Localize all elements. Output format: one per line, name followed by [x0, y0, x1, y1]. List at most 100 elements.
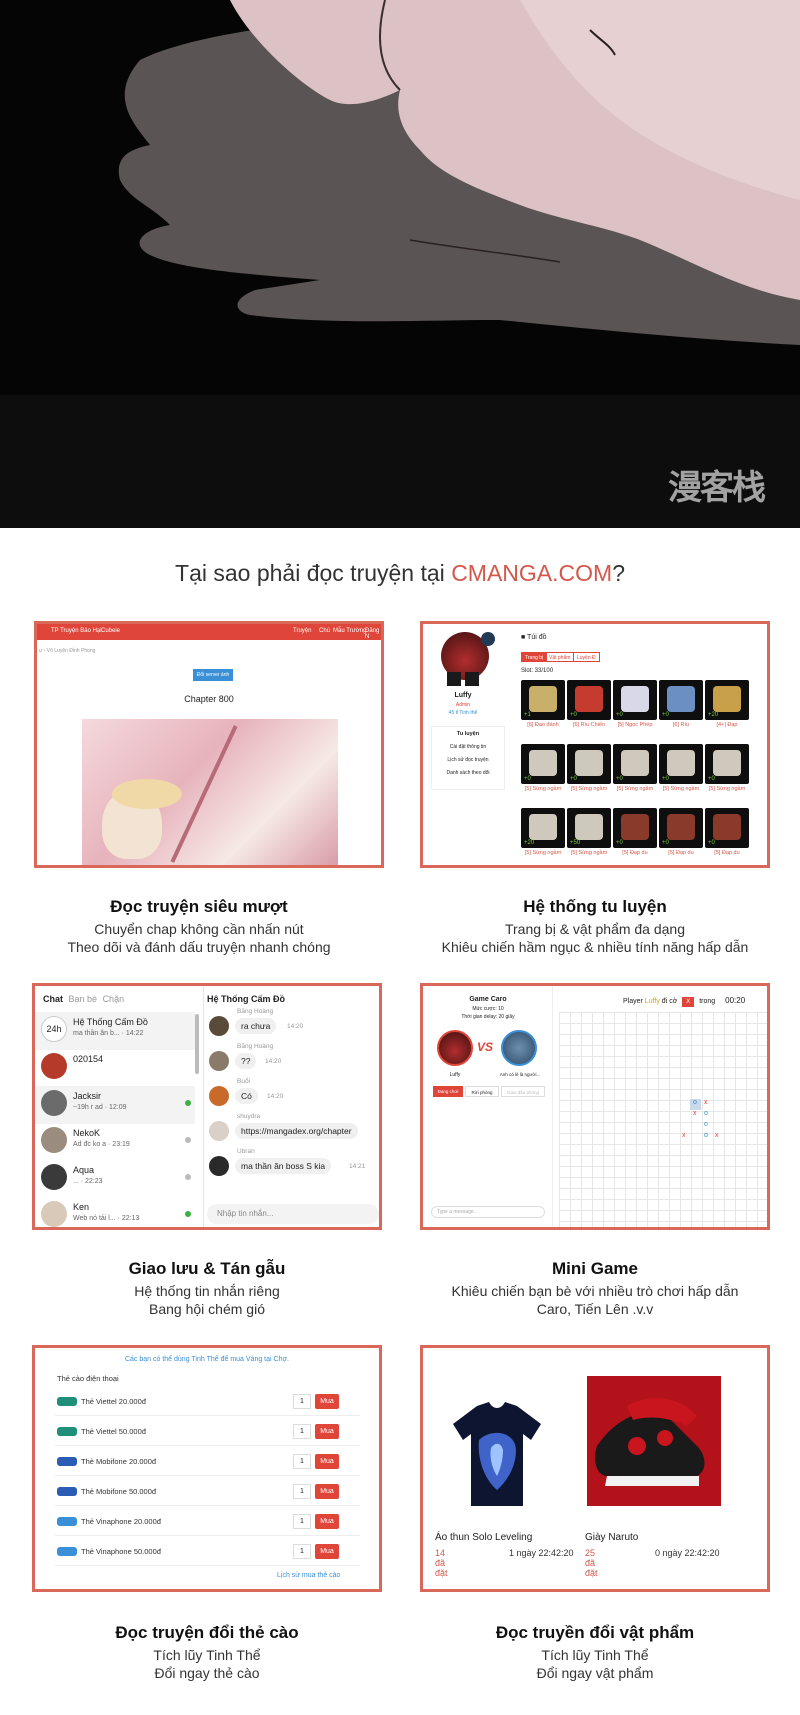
- bag-item-tile[interactable]: +20: [521, 808, 565, 848]
- item-level: +0: [524, 776, 531, 782]
- caro-piece-o: o: [693, 1099, 697, 1106]
- menu-item-follow[interactable]: Danh sách theo dõi: [432, 770, 504, 776]
- message-time: 14:20: [287, 1023, 304, 1030]
- topup-card-name: Thẻ Viettel 50.000đ: [81, 1427, 146, 1436]
- item-label: [4+] Đạp: [716, 722, 738, 728]
- bag-item-tile[interactable]: +0: [705, 744, 749, 784]
- feature-card-reader: TP Truyện Bảo Hại Cubeie Truyện Chú Mẫu …: [34, 621, 384, 868]
- bag-item-tile[interactable]: +0: [659, 744, 703, 784]
- conversation-item[interactable]: 020154: [41, 1049, 191, 1087]
- buy-button[interactable]: Mua: [315, 1394, 339, 1409]
- topup-card-row: Thẻ Vinaphone 50.000đ 1 Mua: [55, 1538, 360, 1566]
- topup-card-row: Thẻ Viettel 20.000đ 1 Mua: [55, 1388, 360, 1416]
- bag-item-tile[interactable]: +0: [613, 680, 657, 720]
- buy-button[interactable]: Mua: [315, 1484, 339, 1499]
- buy-button[interactable]: Mua: [315, 1544, 339, 1559]
- bag-item-tile[interactable]: +1: [521, 680, 565, 720]
- shop-item-name[interactable]: Giày Naruto: [585, 1532, 638, 1543]
- feature-card-shop: Áo thun Solo Leveling 14 đã đặt 1 ngày 22:…: [420, 1345, 770, 1592]
- conversation-scrollbar[interactable]: [195, 1014, 199, 1074]
- message-time: 14:20: [265, 1058, 282, 1065]
- shop-item-name[interactable]: Áo thun Solo Leveling: [435, 1532, 532, 1543]
- item-icon: [713, 686, 741, 712]
- topup-card-row: Thẻ Viettel 50.000đ 1 Mua: [55, 1418, 360, 1446]
- bag-item-tile[interactable]: +0: [567, 680, 611, 720]
- bag-tab-refine[interactable]: Luyện Đ: [573, 652, 600, 662]
- quantity-input[interactable]: 1: [293, 1514, 311, 1529]
- bag-item-tile[interactable]: +0: [613, 744, 657, 784]
- item-icon: [575, 750, 603, 776]
- bag-item-tile[interactable]: +50: [567, 808, 611, 848]
- tab-chat[interactable]: Chat: [43, 994, 63, 1004]
- challenge-button[interactable]: Giao đấu phòng: [501, 1086, 545, 1097]
- message-author: Buổi: [237, 1078, 251, 1085]
- reader-nav-item[interactable]: Mẫu Trường: [333, 628, 366, 634]
- item-label: [5] Sừng ngầm: [662, 786, 700, 792]
- bag-title-text: Túi đồ: [527, 634, 547, 641]
- caro-piece-o: o: [704, 1121, 708, 1128]
- bag-tab-equipment[interactable]: Trang bị: [521, 652, 548, 662]
- headline-brand: CMANGA.COM: [451, 560, 613, 586]
- conversation-item[interactable]: 24h Hệ Thống Cấm Đồ ma thần ăn b... · 14:2…: [41, 1012, 191, 1050]
- turn-player: Luffy: [644, 998, 660, 1005]
- tab-blocked[interactable]: Chặn: [103, 994, 125, 1004]
- menu-item-cultivate[interactable]: Tu luyện: [432, 731, 504, 737]
- caro-board[interactable]: o x x o o x o x: [559, 1012, 767, 1227]
- turn-timer: 00:20: [725, 996, 746, 1005]
- menu-item-history[interactable]: Lịch sử đọc truyện: [432, 757, 504, 763]
- reader-nav-item[interactable]: Cubeie: [101, 628, 120, 634]
- player1-avatar: [437, 1030, 473, 1066]
- reader-navbar: TP Truyện Bảo Hại Cubeie Truyện Chú Mẫu …: [37, 624, 381, 640]
- reader-nav-item[interactable]: Đăng N: [365, 628, 381, 640]
- chat-input[interactable]: Nhập tin nhắn...: [207, 1204, 379, 1224]
- bag-item-tile[interactable]: +0: [613, 808, 657, 848]
- quantity-input[interactable]: 1: [293, 1484, 311, 1499]
- menu-item-settings[interactable]: Cài đặt thông tin: [432, 744, 504, 750]
- message-bubble: ??: [235, 1053, 257, 1069]
- conversation-item[interactable]: Aqua ... · 22:23: [41, 1160, 191, 1198]
- shop-item-image-tshirt[interactable]: [449, 1400, 545, 1510]
- reader-server-button[interactable]: Đổi server ảnh: [193, 669, 233, 681]
- feature-title: Đọc truyện siêu mượt: [110, 897, 288, 916]
- topup-history-link[interactable]: Lịch sử mua thẻ cào: [277, 1572, 340, 1579]
- profile-power: 45 tỉ Tinh thể: [448, 710, 478, 716]
- reader-page-image: [82, 719, 338, 865]
- item-level: +0: [662, 776, 669, 782]
- bag-tab-items[interactable]: Vật phẩm: [545, 652, 575, 662]
- bag-item-tile[interactable]: +0: [705, 808, 749, 848]
- leave-room-button[interactable]: Rời phòng: [465, 1086, 499, 1097]
- reader-nav-item[interactable]: Chú: [319, 628, 330, 634]
- quantity-input[interactable]: 1: [293, 1454, 311, 1469]
- conversation-item[interactable]: NekoK Ad đc ko a · 23:19: [41, 1123, 191, 1161]
- bag-item-tile[interactable]: +0: [567, 744, 611, 784]
- feature-line: Caro, Tiến Lên .v.v: [536, 1301, 654, 1317]
- feature-line: Hệ thống tin nhắn riêng: [134, 1283, 280, 1299]
- shop-item-image-shoe[interactable]: [587, 1376, 721, 1506]
- quantity-input[interactable]: 1: [293, 1424, 311, 1439]
- quantity-input[interactable]: 1: [293, 1544, 311, 1559]
- playing-button[interactable]: Đang chơi: [433, 1086, 463, 1097]
- bag-item-tile[interactable]: +0: [659, 680, 703, 720]
- buy-button[interactable]: Mua: [315, 1454, 339, 1469]
- tab-friends[interactable]: Bạn bè: [69, 994, 98, 1004]
- buy-button[interactable]: Mua: [315, 1514, 339, 1529]
- item-icon: [667, 814, 695, 840]
- conversation-preview: Ad đc ko a · 23:19: [73, 1141, 130, 1148]
- player1-name: Luffy: [449, 1072, 461, 1078]
- bag-item-tile[interactable]: +20: [705, 680, 749, 720]
- quantity-input[interactable]: 1: [293, 1394, 311, 1409]
- reader-nav-item[interactable]: Truyện: [293, 628, 311, 634]
- game-title: Game Caro: [469, 996, 507, 1003]
- avatar: [41, 1090, 67, 1116]
- game-message-input[interactable]: Type a message...: [431, 1206, 545, 1218]
- conversation-item[interactable]: Jacksir ~19h r ad · 12:09: [41, 1086, 191, 1124]
- buy-button[interactable]: Mua: [315, 1424, 339, 1439]
- bag-item-tile[interactable]: +0: [521, 744, 565, 784]
- viettel-logo-icon: [57, 1427, 77, 1436]
- reader-nav-brand[interactable]: TP Truyện Bảo Hại: [51, 628, 102, 634]
- bag-item-tile[interactable]: +0: [659, 808, 703, 848]
- conversation-item[interactable]: Ken Web nó tải l... · 22:13: [41, 1197, 191, 1227]
- item-level: +0: [662, 840, 669, 846]
- game-sidebar: Game Caro Mức cược: 10 Thời gian delay: …: [423, 986, 553, 1227]
- hand-illustration: [118, 0, 800, 345]
